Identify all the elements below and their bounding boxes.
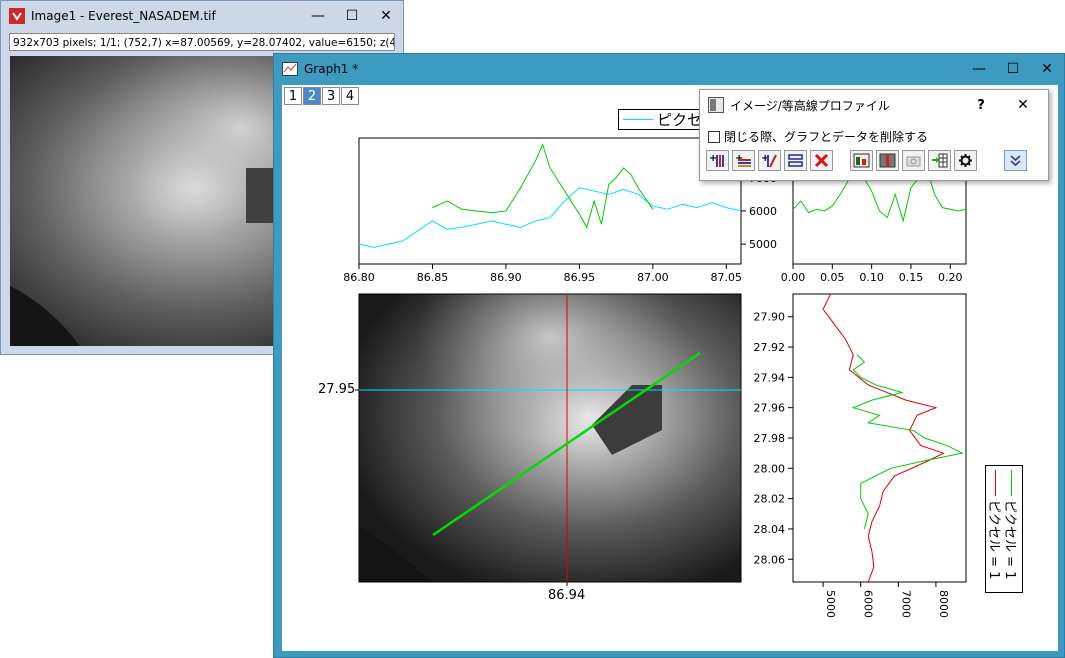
plot-setting-icon xyxy=(853,153,870,168)
top-plot-x-tick-label: 86.80 xyxy=(343,271,375,284)
camera-icon xyxy=(906,156,921,167)
dialog-titlebar[interactable]: イメージ/等高線プロファイル ? ✕ xyxy=(700,90,1048,120)
add-horizontal-line-icon: + xyxy=(735,153,751,167)
right-plot-y-tick-label: 28.06 xyxy=(754,553,786,566)
right-plot-y-tick-label: 27.92 xyxy=(754,341,786,354)
double-chevron-down-icon xyxy=(1010,155,1021,167)
right-plot-x-tick-label: 7000 xyxy=(899,590,912,618)
right-plot-y-tick-label: 28.02 xyxy=(754,493,786,506)
top-right-plot-x-tick-label: 0.15 xyxy=(899,271,924,284)
image-app-icon xyxy=(9,8,25,24)
delete-on-close-checkbox[interactable] xyxy=(708,130,720,143)
delete-icon xyxy=(814,153,829,168)
add-arbitrary-line-button[interactable]: + xyxy=(758,150,781,171)
add-horizontal-line-button[interactable]: + xyxy=(732,150,755,171)
maximize-button[interactable]: ☐ xyxy=(335,1,369,31)
right-plot-x-tick-label: 8000 xyxy=(937,590,950,618)
crosshair-y-label: 27.95 xyxy=(318,382,356,397)
right-legend-text-2: ピクセル = 1 xyxy=(986,500,1001,580)
right-plot-y-tick-label: 28.04 xyxy=(754,523,786,536)
top-right-plot-x-tick-label: 0.10 xyxy=(859,271,884,284)
legend-line-red xyxy=(995,470,996,496)
image-profile-dialog[interactable]: イメージ/等高線プロファイル ? ✕ 閉じる際、グラフとデータを削除する + +… xyxy=(699,89,1049,181)
add-vertical-line-button[interactable]: + xyxy=(706,150,729,171)
top-plot-x-tick-label: 87.00 xyxy=(637,271,669,284)
horizontal-stack-icon xyxy=(788,154,803,167)
top-plot-x-tick-label: 86.95 xyxy=(564,271,596,284)
settings-button[interactable] xyxy=(954,150,977,171)
right-plot-frame xyxy=(792,293,967,583)
right-legend-inner: ピクセル = 1 ピクセル = 1 xyxy=(986,466,1022,592)
top-plot-x-tick-label: 87.05 xyxy=(711,271,743,284)
horizontal-stack-button[interactable] xyxy=(784,150,807,171)
expand-dialog-button[interactable] xyxy=(1004,150,1027,171)
top-plot-x-tick-label: 86.85 xyxy=(417,271,449,284)
right-profile-plot[interactable]: 27.90 27.92 27.94 27.96 27.98 28.00 28.02 28.04… xyxy=(754,293,967,618)
right-plot-y-tick-label: 27.94 xyxy=(754,371,786,384)
image-plot-button[interactable] xyxy=(876,150,899,171)
right-plot-y-tick-label: 28.00 xyxy=(754,462,786,475)
dialog-toolbar: + + + xyxy=(706,150,1030,171)
right-plot-x-tick-label: 5000 xyxy=(824,590,837,618)
gear-icon xyxy=(959,154,972,167)
right-plot-y-tick-label: 27.98 xyxy=(754,432,786,445)
top-right-plot-x-tick-label: 0.00 xyxy=(781,271,806,284)
add-vertical-line-icon: + xyxy=(709,153,724,167)
delete-on-close-label: 閉じる際、グラフとデータを削除する xyxy=(724,130,929,144)
snapshot-button[interactable] xyxy=(902,150,925,171)
right-legend[interactable]: ピクセル = 1 ピクセル = 1 xyxy=(985,465,1023,593)
minimize-button[interactable]: — xyxy=(301,1,335,31)
legend-entry-red: ピクセル = 1 xyxy=(986,470,1005,579)
add-arbitrary-line-icon: + xyxy=(761,153,777,168)
image-status-bar: 932x703 pixels; 1/1; (752,7) x=87.00569,… xyxy=(9,33,395,51)
image-window-titlebar[interactable]: Image1 - Everest_NASADEM.tif — ☐ ✕ xyxy=(1,1,403,31)
top-right-plot-x-tick-label: 0.20 xyxy=(938,271,963,284)
export-data-icon xyxy=(932,153,948,168)
top-plot-y-tick-label: 6000 xyxy=(749,205,777,218)
close-button[interactable]: ✕ xyxy=(369,1,403,31)
image-plot[interactable] xyxy=(358,293,742,583)
delete-line-button[interactable] xyxy=(810,150,833,171)
dialog-close-button[interactable]: ✕ xyxy=(998,90,1048,120)
plot-setting-button[interactable] xyxy=(850,150,873,171)
legend-line-green xyxy=(1011,470,1012,496)
right-plot-y-tick-label: 27.96 xyxy=(754,402,786,415)
image-window-title: Image1 - Everest_NASADEM.tif xyxy=(31,9,216,23)
right-plot-x-tick-label: 6000 xyxy=(862,590,875,618)
image-plot-icon xyxy=(879,153,896,168)
right-plot-y-tick-label: 27.90 xyxy=(754,311,786,324)
dialog-title: イメージ/等高線プロファイル xyxy=(730,98,890,113)
close-button[interactable]: ✕ xyxy=(1030,54,1064,84)
top-plot-x-tick-label: 86.90 xyxy=(490,271,522,284)
top-right-plot-x-tick-label: 0.05 xyxy=(820,271,845,284)
maximize-button[interactable]: ☐ xyxy=(996,54,1030,84)
minimize-button[interactable]: — xyxy=(962,54,996,84)
delete-on-close-option[interactable]: 閉じる際、グラフとデータを削除する xyxy=(708,128,928,145)
help-button[interactable]: ? xyxy=(964,90,998,120)
crosshair-x-label: 86.94 xyxy=(548,588,586,603)
graph-window-title: Graph1 * xyxy=(304,62,359,76)
graph-app-icon xyxy=(282,62,298,76)
graph-window-titlebar[interactable]: Graph1 * — ☐ ✕ xyxy=(274,54,1064,84)
export-data-button[interactable] xyxy=(928,150,951,171)
top-plot-frame xyxy=(358,137,742,265)
dialog-app-icon xyxy=(708,97,724,113)
top-plot-y-tick-label: 5000 xyxy=(749,238,777,251)
